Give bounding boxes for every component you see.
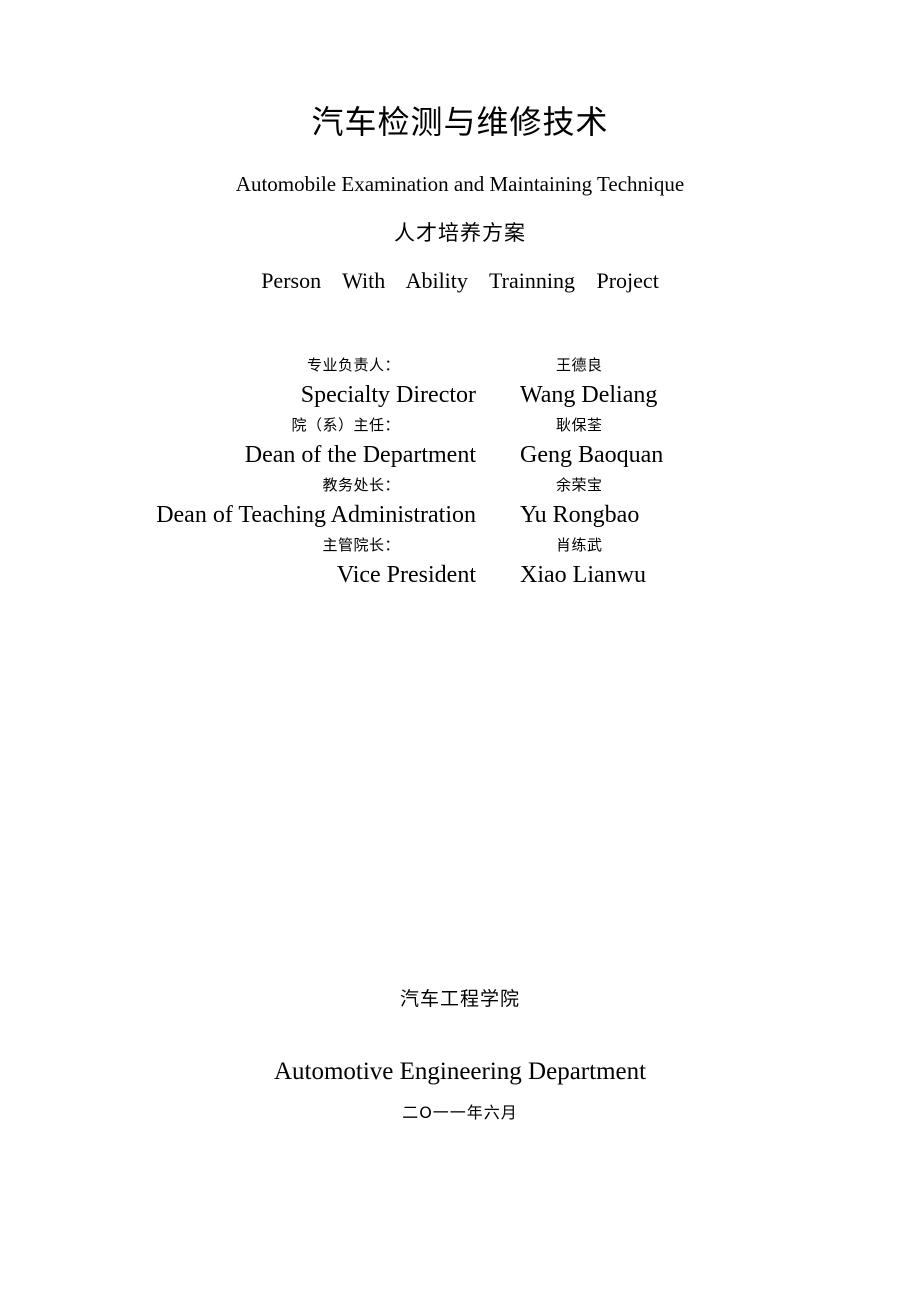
signature-name-english: Yu Rongbao: [520, 502, 640, 528]
footer-department-chinese: 汽车工程学院: [399, 988, 520, 1010]
signature-row-chinese: 院（系）主任： 耿保荃: [0, 412, 920, 438]
signature-name-english: Geng Baoquan: [520, 442, 664, 468]
signature-row-chinese: 专业负责人： 王德良: [0, 352, 920, 378]
signature-role-english: Vice President: [336, 562, 476, 588]
signature-label-chinese: 主管院长：: [322, 536, 400, 554]
signature-group-dean-of-department: 院（系）主任： 耿保荃 Dean of the Department Geng …: [0, 412, 920, 472]
signature-row-chinese: 教务处长： 余荣宝: [0, 472, 920, 498]
page-title-chinese: 汽车检测与维修技术: [311, 103, 609, 141]
signature-row-english: Dean of Teaching Administration Yu Rongb…: [0, 498, 920, 532]
signature-group-specialty-director: 专业负责人： 王德良 Specialty Director Wang Delia…: [0, 352, 920, 412]
footer-date: 二O一一年六月: [402, 1103, 518, 1122]
page-subtitle-english: Person With Ability Trainning Project: [261, 268, 659, 293]
signature-name-chinese: 余荣宝: [556, 476, 603, 494]
signature-name-english: Wang Deliang: [520, 382, 658, 408]
signature-row-english: Dean of the Department Geng Baoquan: [0, 438, 920, 472]
signature-role-english: Dean of Teaching Administration: [156, 502, 476, 528]
document-page: 汽车检测与维修技术 Automobile Examination and Mai…: [0, 0, 920, 1302]
signature-label-chinese: 教务处长：: [322, 476, 400, 494]
signature-name-chinese: 王德良: [556, 356, 603, 374]
footer-department-english: Automotive Engineering Department: [273, 1058, 647, 1085]
signature-group-vice-president: 主管院长： 肖练武 Vice President Xiao Lianwu: [0, 532, 920, 592]
signature-row-english: Vice President Xiao Lianwu: [0, 558, 920, 592]
signature-block: 专业负责人： 王德良 Specialty Director Wang Delia…: [0, 352, 920, 592]
signature-name-english: Xiao Lianwu: [520, 562, 646, 588]
signature-name-chinese: 耿保荃: [556, 416, 603, 434]
signature-role-english: Specialty Director: [300, 382, 476, 408]
signature-role-english: Dean of the Department: [244, 442, 476, 468]
signature-row-english: Specialty Director Wang Deliang: [0, 378, 920, 412]
signature-row-chinese: 主管院长： 肖练武: [0, 532, 920, 558]
page-subtitle-chinese: 人才培养方案: [394, 221, 526, 245]
signature-label-chinese: 院（系）主任：: [291, 416, 400, 434]
signature-name-chinese: 肖练武: [556, 536, 603, 554]
signature-label-chinese: 专业负责人：: [306, 356, 400, 374]
signature-group-dean-of-teaching-administration: 教务处长： 余荣宝 Dean of Teaching Administratio…: [0, 472, 920, 532]
page-title-english: Automobile Examination and Maintaining T…: [235, 172, 685, 196]
